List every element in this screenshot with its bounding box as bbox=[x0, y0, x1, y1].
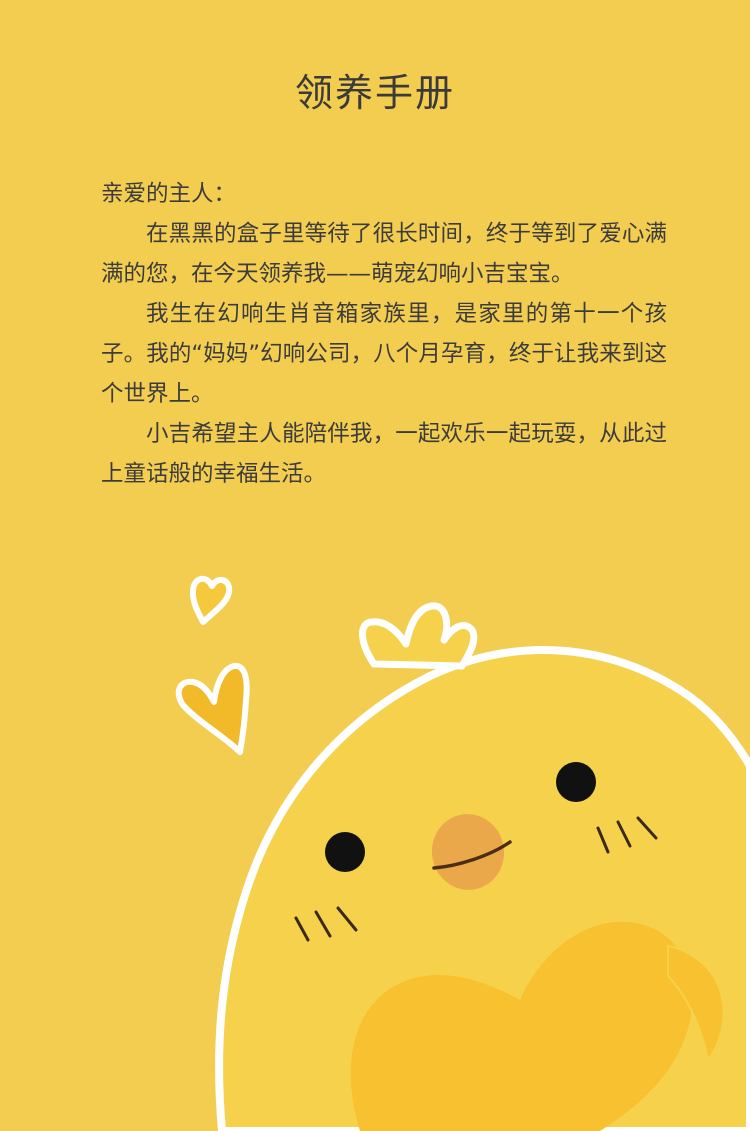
chick-left-eye bbox=[325, 832, 365, 872]
chick-right-eye bbox=[556, 762, 596, 802]
chick-tuft bbox=[359, 602, 478, 670]
small-heart-icon bbox=[189, 575, 233, 625]
adoption-manual-page: 领养手册 亲爱的主人： 在黑黑的盒子里等待了很长时间，终于等到了爱心满满的您，在… bbox=[0, 0, 750, 1131]
chick-illustration bbox=[175, 575, 750, 1131]
large-heart-icon bbox=[175, 662, 250, 755]
